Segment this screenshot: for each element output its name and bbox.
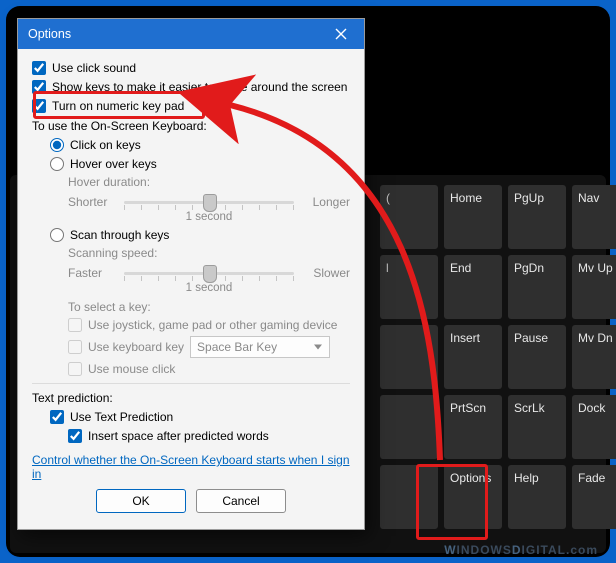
- osk-key-grid: ( Home PgUp Nav l End PgDn Mv Up Insert …: [380, 185, 596, 529]
- osk-key-nav[interactable]: Nav: [572, 185, 616, 249]
- signin-link[interactable]: Control whether the On-Screen Keyboard s…: [32, 453, 350, 481]
- click-on-keys-radio[interactable]: [50, 138, 64, 152]
- use-mouse-click-row: Use mouse click: [68, 361, 350, 377]
- osk-key-home[interactable]: Home: [444, 185, 502, 249]
- separator: [32, 383, 350, 384]
- osk-key-fragment[interactable]: [380, 395, 438, 459]
- hover-duration-label: Hover duration:: [68, 175, 350, 189]
- osk-key-scrlk[interactable]: ScrLk: [508, 395, 566, 459]
- osk-key-end[interactable]: End: [444, 255, 502, 319]
- osk-key-fragment[interactable]: [380, 465, 438, 529]
- watermark-part: D: [512, 543, 522, 557]
- use-click-sound-row[interactable]: Use click sound: [32, 60, 350, 76]
- scan-through-keys-row[interactable]: Scan through keys: [50, 227, 350, 243]
- text-prediction-header: Text prediction:: [32, 390, 350, 406]
- use-osk-label: To use the On-Screen Keyboard:: [32, 118, 350, 134]
- scan-faster-label: Faster: [68, 266, 116, 280]
- use-joystick-checkbox: [68, 318, 82, 332]
- dialog-buttons: OK Cancel: [32, 481, 350, 523]
- ok-button[interactable]: OK: [96, 489, 186, 513]
- use-mouse-click-label: Use mouse click: [88, 361, 175, 377]
- dialog-titlebar[interactable]: Options: [18, 19, 364, 49]
- show-keys-checkbox[interactable]: [32, 80, 46, 94]
- keyboard-key-select: Space Bar Key: [190, 336, 330, 358]
- osk-key-prtscn[interactable]: PrtScn: [444, 395, 502, 459]
- select-key-label: To select a key:: [68, 300, 350, 314]
- osk-key-pgup[interactable]: PgUp: [508, 185, 566, 249]
- osk-key-fragment[interactable]: [380, 325, 438, 389]
- use-click-sound-checkbox[interactable]: [32, 61, 46, 75]
- insert-space-label: Insert space after predicted words: [88, 428, 269, 444]
- osk-key-options[interactable]: Options: [444, 465, 502, 529]
- watermark: WINDOWSDIGITAL.com: [444, 543, 598, 557]
- hover-over-keys-radio[interactable]: [50, 157, 64, 171]
- close-icon: [335, 28, 347, 40]
- show-keys-row[interactable]: Show keys to make it easier to move arou…: [32, 79, 350, 95]
- hover-over-keys-label: Hover over keys: [70, 156, 157, 172]
- use-keyboard-key-checkbox: [68, 340, 82, 354]
- slider-thumb: [203, 194, 217, 212]
- turn-on-numpad-checkbox[interactable]: [32, 99, 46, 113]
- osk-key-mvup[interactable]: Mv Up: [572, 255, 616, 319]
- keyboard-key-value: Space Bar Key: [197, 339, 277, 355]
- hover-longer-label: Longer: [302, 195, 350, 209]
- use-joystick-label: Use joystick, game pad or other gaming d…: [88, 317, 337, 333]
- use-text-prediction-label: Use Text Prediction: [70, 409, 173, 425]
- osk-key-dock[interactable]: Dock: [572, 395, 616, 459]
- scanning-speed-block: Scanning speed: Faster Slower 1 second T…: [68, 246, 350, 377]
- options-dialog: Options Use click sound Show keys to mak…: [17, 18, 365, 530]
- osk-key-pause[interactable]: Pause: [508, 325, 566, 389]
- osk-key-insert[interactable]: Insert: [444, 325, 502, 389]
- scanning-speed-slider: [124, 262, 294, 284]
- cancel-button[interactable]: Cancel: [196, 489, 286, 513]
- hover-duration-block: Hover duration: Shorter Longer 1 second: [68, 175, 350, 223]
- close-button[interactable]: [322, 22, 360, 46]
- turn-on-numpad-row[interactable]: Turn on numeric key pad: [32, 98, 350, 114]
- insert-space-row[interactable]: Insert space after predicted words: [68, 428, 350, 444]
- hover-over-keys-row[interactable]: Hover over keys: [50, 156, 350, 172]
- insert-space-checkbox[interactable]: [68, 429, 82, 443]
- use-mouse-click-checkbox: [68, 362, 82, 376]
- scan-slower-label: Slower: [302, 266, 350, 280]
- osk-key-fragment[interactable]: (: [380, 185, 438, 249]
- use-keyboard-key-row: Use keyboard key Space Bar Key: [68, 336, 350, 358]
- watermark-part: .com: [566, 543, 598, 557]
- use-keyboard-key-label: Use keyboard key: [88, 339, 184, 355]
- osk-key-pgdn[interactable]: PgDn: [508, 255, 566, 319]
- dialog-body: Use click sound Show keys to make it eas…: [18, 49, 364, 529]
- osk-key-fragment[interactable]: l: [380, 255, 438, 319]
- watermark-part: INDOWS: [457, 543, 512, 557]
- click-on-keys-row[interactable]: Click on keys: [50, 137, 350, 153]
- show-keys-label: Show keys to make it easier to move arou…: [52, 79, 347, 95]
- hover-duration-slider: [124, 191, 294, 213]
- hover-shorter-label: Shorter: [68, 195, 116, 209]
- osk-key-fade[interactable]: Fade: [572, 465, 616, 529]
- use-text-prediction-checkbox[interactable]: [50, 410, 64, 424]
- use-click-sound-label: Use click sound: [52, 60, 136, 76]
- turn-on-numpad-label: Turn on numeric key pad: [52, 98, 184, 114]
- scanning-speed-label: Scanning speed:: [68, 246, 350, 260]
- click-on-keys-label: Click on keys: [70, 137, 141, 153]
- watermark-part: IGITAL: [522, 543, 566, 557]
- use-text-prediction-row[interactable]: Use Text Prediction: [50, 409, 350, 425]
- slider-thumb: [203, 265, 217, 283]
- scan-through-keys-radio[interactable]: [50, 228, 64, 242]
- use-joystick-row: Use joystick, game pad or other gaming d…: [68, 317, 350, 333]
- watermark-part: W: [444, 543, 456, 557]
- dialog-title: Options: [28, 27, 322, 41]
- osk-key-mvdn[interactable]: Mv Dn: [572, 325, 616, 389]
- scan-through-keys-label: Scan through keys: [70, 227, 169, 243]
- osk-key-help[interactable]: Help: [508, 465, 566, 529]
